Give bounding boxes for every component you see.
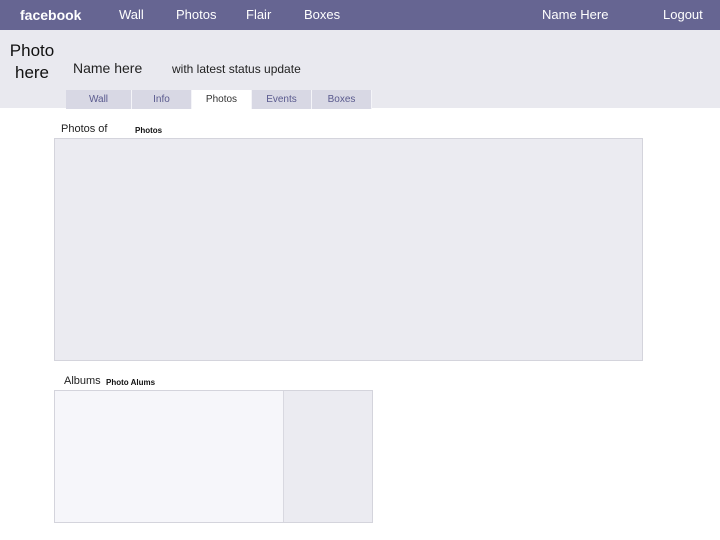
profile-tabs: Wall Info Photos Events Boxes: [66, 90, 372, 109]
nav-flair[interactable]: Flair: [246, 7, 271, 22]
top-navigation-bar: facebook Wall Photos Flair Boxes Name He…: [0, 0, 720, 30]
albums-label: Albums: [64, 375, 101, 387]
tab-wall[interactable]: Wall: [66, 90, 132, 109]
photos-sublabel: Photos: [135, 126, 163, 135]
tab-events[interactable]: Events: [252, 90, 312, 109]
album-main-area[interactable]: [55, 391, 284, 522]
nav-photos[interactable]: Photos: [176, 7, 216, 22]
tab-photos[interactable]: Photos: [192, 90, 252, 109]
profile-photo[interactable]: Photo here: [2, 40, 62, 84]
facebook-logo[interactable]: facebook: [20, 7, 81, 23]
logout-link[interactable]: Logout: [663, 7, 703, 22]
nav-wall[interactable]: Wall: [119, 7, 144, 22]
nav-boxes[interactable]: Boxes: [304, 7, 340, 22]
album-side-panel[interactable]: [284, 391, 372, 522]
status-update: with latest status update: [172, 62, 301, 76]
tab-info[interactable]: Info: [132, 90, 192, 109]
profile-name: Name here: [73, 60, 143, 76]
photos-of-label: Photos of: [61, 123, 108, 135]
user-name-link[interactable]: Name Here: [542, 7, 608, 22]
tab-boxes[interactable]: Boxes: [312, 90, 372, 109]
albums-sublabel: Photo Alums: [106, 378, 156, 387]
albums-container: [54, 390, 373, 523]
photos-grid[interactable]: [54, 138, 643, 361]
